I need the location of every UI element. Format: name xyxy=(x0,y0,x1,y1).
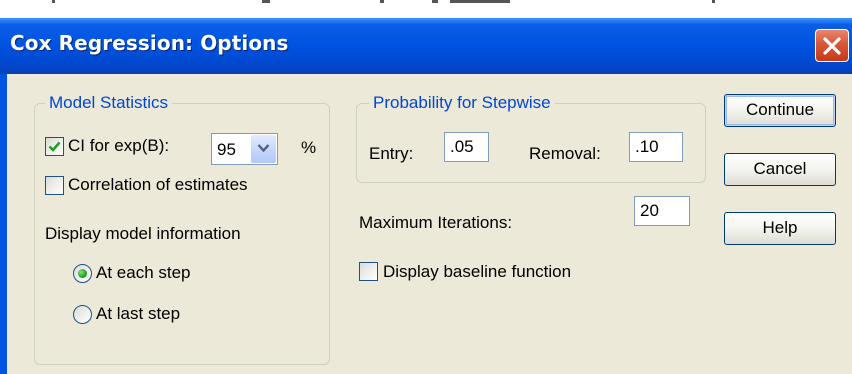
title-bar[interactable]: Cox Regression: Options xyxy=(0,18,852,74)
ci-checkbox[interactable] xyxy=(45,137,64,156)
max-iterations-label: Maximum Iterations: xyxy=(359,213,513,232)
at-last-step-label[interactable]: At last step xyxy=(96,304,180,324)
continue-button[interactable]: Continue xyxy=(724,94,836,127)
model-statistics-label: Model Statistics xyxy=(45,93,173,113)
cox-regression-options-dialog: Cox Regression: Options Model Statistics… xyxy=(0,18,852,374)
ci-level-value: 95 xyxy=(217,140,236,159)
background-fragment xyxy=(712,0,715,3)
entry-label: Entry: xyxy=(369,144,414,163)
correlation-label[interactable]: Correlation of estimates xyxy=(68,175,248,195)
help-button[interactable]: Help xyxy=(724,212,836,245)
background-fragment xyxy=(380,0,384,3)
entry-input[interactable]: .05 xyxy=(444,132,489,162)
background-fragment xyxy=(262,0,270,3)
close-button[interactable] xyxy=(815,29,849,62)
dropdown-button[interactable] xyxy=(251,135,276,163)
radio-selected-dot xyxy=(78,269,87,278)
display-model-info-label: Display model information xyxy=(45,224,241,243)
close-icon xyxy=(823,37,841,55)
chevron-down-icon xyxy=(257,144,270,153)
correlation-checkbox[interactable] xyxy=(45,176,64,195)
background-fragment xyxy=(450,0,510,3)
window-title: Cox Regression: Options xyxy=(10,31,289,55)
max-iterations-input[interactable]: 20 xyxy=(634,196,690,226)
check-icon xyxy=(48,141,61,152)
percent-sign: % xyxy=(301,138,317,157)
background-fragment xyxy=(52,0,55,3)
ci-label[interactable]: CI for exp(B): xyxy=(68,136,169,156)
baseline-label[interactable]: Display baseline function xyxy=(383,262,571,282)
at-each-step-radio[interactable] xyxy=(73,264,92,283)
removal-label: Removal: xyxy=(529,144,601,163)
background-window-strip xyxy=(0,0,852,18)
ci-level-dropdown[interactable]: 95 xyxy=(211,133,278,165)
background-fragment xyxy=(432,0,438,3)
window-left-border xyxy=(0,74,7,374)
baseline-checkbox[interactable] xyxy=(359,262,378,281)
cancel-button[interactable]: Cancel xyxy=(724,153,836,186)
at-last-step-radio[interactable] xyxy=(73,305,92,324)
at-each-step-label[interactable]: At each step xyxy=(96,263,191,283)
removal-input[interactable]: .10 xyxy=(629,132,683,162)
probability-stepwise-label: Probability for Stepwise xyxy=(369,93,555,113)
